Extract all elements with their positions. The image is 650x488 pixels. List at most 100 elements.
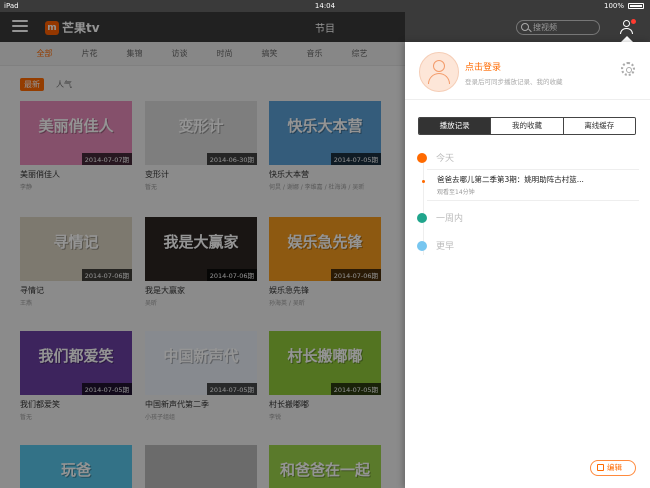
login-link[interactable]: 点击登录 <box>465 60 501 73</box>
tab-fashion[interactable]: 时尚 <box>202 42 247 65</box>
top-nav: m 芒果tv 节目 搜视频 <box>0 12 650 42</box>
program-thumbnail: 我是大赢家 2014-07-06期 <box>145 217 257 281</box>
program-card[interactable]: 娱乐急先锋 2014-07-06期 娱乐急先锋 孙海英 / 吴昕 <box>269 217 381 307</box>
tab-offline-cache[interactable]: 离线缓存 <box>563 118 635 134</box>
status-time: 14:04 <box>314 2 336 10</box>
filter-latest[interactable]: 最新 <box>20 78 44 91</box>
program-host: 李静 <box>20 184 33 191</box>
episode-date: 2014-07-05期 <box>330 383 381 395</box>
tab-variety[interactable]: 综艺 <box>337 42 382 65</box>
program-thumbnail <box>145 445 257 488</box>
tab-favorites[interactable]: 我的收藏 <box>491 118 564 134</box>
edit-label: 编辑 <box>607 463 622 472</box>
status-bar: iPad 14:04 100% <box>0 0 650 12</box>
app-root: iPad 14:04 100% m 芒果tv 节目 搜视频 全部 片花 集锦 访… <box>0 0 650 488</box>
episode-date: 2014-06-30期 <box>206 153 257 165</box>
tab-play-history[interactable]: 播放记录 <box>419 118 492 134</box>
program-thumbnail: 我们都爱笑 2014-07-05期 <box>20 331 132 395</box>
search-icon <box>521 23 529 31</box>
status-right: 100% <box>604 0 644 12</box>
program-title: 我是大赢家 <box>145 286 185 295</box>
group-label: 今天 <box>436 154 455 164</box>
timeline-dot <box>417 240 427 251</box>
timeline-dot <box>417 152 427 163</box>
gear-icon[interactable] <box>621 62 635 76</box>
history-item[interactable]: 爸爸去哪儿第二季第3期：姚明助阵古村篮... 观看至14分钟 <box>422 169 639 201</box>
program-card[interactable]: 和爸爸在一起 <box>269 445 381 488</box>
program-host: 小孩子组组 <box>145 414 176 421</box>
tab-all[interactable]: 全部 <box>22 42 67 65</box>
history-progress: 观看至14分钟 <box>437 189 475 196</box>
program-title: 变形计 <box>145 170 169 179</box>
avatar-icon[interactable] <box>419 52 459 92</box>
episode-date: 2014-07-05期 <box>206 383 257 395</box>
episode-date: 2014-07-06期 <box>81 269 132 281</box>
episode-date: 2014-07-06期 <box>330 269 381 281</box>
history-title: 爸爸去哪儿第二季第3期：姚明助阵古村篮... <box>437 175 584 184</box>
search-placeholder: 搜视频 <box>533 23 557 32</box>
program-card[interactable]: 我们都爱笑 2014-07-05期 我们都爱笑 暂无 <box>20 331 132 421</box>
program-card[interactable]: 变形计 2014-06-30期 变形计 暂无 <box>145 101 257 191</box>
program-title: 寻情记 <box>20 286 44 295</box>
battery-icon <box>628 3 644 9</box>
program-host: 王燕 <box>20 300 33 307</box>
group-today: 今天 <box>417 151 454 164</box>
program-title: 娱乐急先锋 <box>269 286 309 295</box>
group-label: 更早 <box>436 242 455 252</box>
program-title: 中国新声代第二季 <box>145 400 209 409</box>
user-icon[interactable] <box>619 19 636 35</box>
episode-date: 2014-07-05期 <box>81 383 132 395</box>
tab-interview[interactable]: 访谈 <box>157 42 202 65</box>
timeline-dot <box>417 212 427 223</box>
program-host: 暂无 <box>20 414 33 421</box>
program-thumbnail: 快乐大本营 2014-07-05期 <box>269 101 381 165</box>
program-card[interactable]: 寻情记 2014-07-06期 寻情记 王燕 <box>20 217 132 307</box>
program-card[interactable]: 玩爸 <box>20 445 132 488</box>
battery-percent: 100% <box>603 2 624 10</box>
login-hint: 登录后可同步播放记录、我的收藏 <box>465 78 563 86</box>
sort-filters: 最新 人气 <box>20 78 76 91</box>
filter-popular[interactable]: 人气 <box>52 78 76 91</box>
program-host: 何炅 / 谢娜 / 李维嘉 / 杜海涛 / 吴昕 <box>269 184 365 191</box>
program-thumbnail: 中国新声代 2014-07-05期 <box>145 331 257 395</box>
program-card[interactable]: 村长搬嘟嘟 2014-07-05期 村长搬嘟嘟 李锐 <box>269 331 381 421</box>
edit-icon <box>597 464 604 471</box>
panel-tabs: 播放记录 我的收藏 离线缓存 <box>418 117 636 135</box>
edit-button[interactable]: 编辑 <box>590 460 636 476</box>
program-title: 村长搬嘟嘟 <box>269 400 309 409</box>
episode-date: 2014-07-07期 <box>81 153 132 165</box>
program-title: 美丽俏佳人 <box>20 170 60 179</box>
program-card[interactable]: 我是大赢家 2014-07-06期 我是大赢家 吴昕 <box>145 217 257 307</box>
program-thumbnail: 变形计 2014-06-30期 <box>145 101 257 165</box>
tab-music[interactable]: 音乐 <box>292 42 337 65</box>
episode-date: 2014-07-06期 <box>206 269 257 281</box>
group-label: 一周内 <box>436 214 464 224</box>
history-bullet <box>422 180 425 183</box>
tab-highlights[interactable]: 集锦 <box>112 42 157 65</box>
program-title: 我们都爱笑 <box>20 400 60 409</box>
notification-dot <box>631 19 636 24</box>
program-title: 快乐大本营 <box>269 170 309 179</box>
program-thumbnail: 村长搬嘟嘟 2014-07-05期 <box>269 331 381 395</box>
group-earlier: 更早 <box>417 239 454 252</box>
program-card[interactable] <box>145 445 257 488</box>
program-host: 吴昕 <box>145 300 158 307</box>
program-host: 孙海英 / 吴昕 <box>269 300 305 307</box>
program-card[interactable]: 快乐大本营 2014-07-05期 快乐大本营 何炅 / 谢娜 / 李维嘉 / 杜… <box>269 101 381 191</box>
program-host: 暂无 <box>145 184 158 191</box>
program-card[interactable]: 中国新声代 2014-07-05期 中国新声代第二季 小孩子组组 <box>145 331 257 421</box>
user-panel: 点击登录 登录后可同步播放记录、我的收藏 播放记录 我的收藏 离线缓存 今天 爸… <box>405 42 650 488</box>
tab-comedy[interactable]: 搞笑 <box>247 42 292 65</box>
tab-trailer[interactable]: 片花 <box>67 42 112 65</box>
group-week: 一周内 <box>417 211 463 224</box>
program-card[interactable]: 美丽俏佳人 2014-07-07期 美丽俏佳人 李静 <box>20 101 132 191</box>
program-thumbnail: 和爸爸在一起 <box>269 445 381 488</box>
program-thumbnail: 玩爸 <box>20 445 132 488</box>
search-input[interactable]: 搜视频 <box>516 20 600 35</box>
program-host: 李锐 <box>269 414 282 421</box>
episode-date: 2014-07-05期 <box>330 153 381 165</box>
program-thumbnail: 寻情记 2014-07-06期 <box>20 217 132 281</box>
program-thumbnail: 美丽俏佳人 2014-07-07期 <box>20 101 132 165</box>
profile-header: 点击登录 登录后可同步播放记录、我的收藏 <box>405 42 650 100</box>
program-thumbnail: 娱乐急先锋 2014-07-06期 <box>269 217 381 281</box>
